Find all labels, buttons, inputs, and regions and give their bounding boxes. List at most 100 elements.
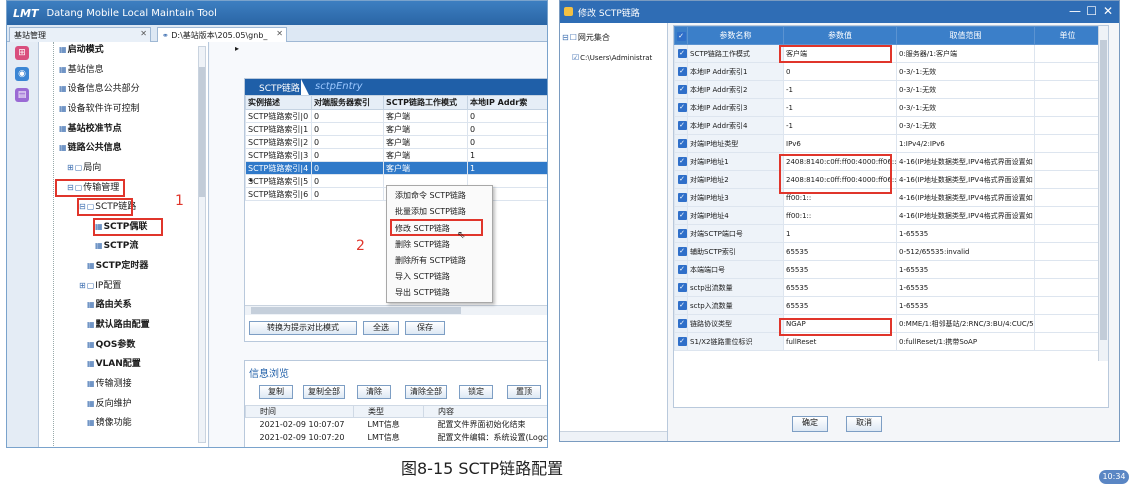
row-checkbox[interactable]: ✓ (674, 278, 688, 297)
select-all-button[interactable]: 全选 (363, 321, 399, 335)
column-header[interactable]: 参数名称 (687, 26, 784, 45)
copy-button[interactable]: 复制 (259, 385, 293, 399)
row-checkbox[interactable]: ✓ (674, 206, 688, 225)
row-checkbox[interactable]: ✓ (674, 188, 688, 207)
column-header[interactable]: 类型 (353, 405, 424, 418)
menu-item-batch-add[interactable]: 批量添加 SCTP链路 (395, 205, 466, 218)
close-icon[interactable]: ✕ (276, 29, 283, 38)
save-button[interactable]: 保存 (405, 321, 445, 335)
row-checkbox[interactable]: ✓ (674, 134, 688, 153)
column-header[interactable]: 参数值 (783, 26, 897, 45)
table-row[interactable]: 2021-02-09 10:07:07 LMT信息 配置文件界面初始化结束 (246, 418, 548, 431)
tree-item[interactable]: ▦VLAN配置 (87, 357, 141, 371)
tree-item[interactable]: ▦默认路由配置 (87, 318, 150, 332)
checkbox-checked-icon[interactable]: ☑ (572, 51, 579, 65)
column-header[interactable]: 实例描述 (245, 95, 312, 110)
checkbox-checked-icon[interactable]: ✓ (677, 49, 687, 58)
param-row[interactable]: ✓ 辅助SCTP索引 65535 0-512/65535:invalid (674, 242, 1101, 261)
param-value[interactable]: 65535 (783, 260, 897, 279)
tree-item-ip-config[interactable]: ⊞▢IP配置 (79, 279, 121, 293)
table-row[interactable]: SCTP链路索引|1 0 客户端 0 (245, 122, 547, 136)
row-checkbox[interactable]: ✓ (674, 332, 688, 351)
row-checkbox[interactable]: ✓ (674, 260, 688, 279)
compare-mode-button[interactable]: 转换为提示对比模式 (249, 321, 357, 335)
book-icon[interactable]: ▤ (15, 88, 29, 102)
param-value[interactable]: -1 (783, 80, 897, 99)
checkbox-checked-icon[interactable]: ✓ (677, 265, 687, 274)
param-value[interactable]: ff00:1:: (783, 206, 897, 225)
column-header[interactable]: 内容 (423, 405, 547, 418)
column-header[interactable]: SCTP链路工作模式 (383, 95, 468, 110)
checkbox-checked-icon[interactable]: ✓ (677, 175, 687, 184)
header-checkbox[interactable]: ✓ (674, 26, 688, 45)
row-checkbox[interactable]: ✓ (674, 116, 688, 135)
table-hscrollbar[interactable] (245, 305, 547, 315)
column-header[interactable]: 本地IP Addr索 (467, 95, 547, 110)
tree-item[interactable]: ▦SCTP定时器 (87, 259, 148, 273)
tree-item-bureau[interactable]: ⊞▢局向 (67, 161, 101, 175)
row-checkbox[interactable]: ✓ (674, 314, 688, 333)
grid-vscrollbar[interactable] (1098, 26, 1108, 361)
table-row[interactable]: SCTP链路索引|2 0 客户端 0 (245, 135, 547, 149)
row-checkbox[interactable]: ✓ (674, 296, 688, 315)
param-value[interactable]: 0 (783, 62, 897, 81)
param-value[interactable]: 65535 (783, 242, 897, 261)
collapse-icon[interactable]: ⊟ (562, 31, 569, 45)
monitor-icon[interactable]: ◉ (15, 67, 29, 81)
row-checkbox[interactable]: ✓ (674, 80, 688, 99)
tree-item[interactable]: ▦基站信息 (59, 63, 104, 77)
column-header[interactable]: 时间 (245, 405, 354, 418)
checkbox-checked-icon[interactable]: ✓ (677, 85, 687, 94)
vscroll-thumb[interactable] (1100, 40, 1107, 340)
expand-icon[interactable]: ⊞ (67, 161, 74, 175)
param-row[interactable]: ✓ 对端SCTP端口号 1 1-65535 (674, 224, 1101, 243)
tree-item[interactable]: ▦传输测接 (87, 377, 132, 391)
checkbox-checked-icon[interactable]: ✓ (677, 157, 687, 166)
param-value[interactable]: -1 (783, 98, 897, 117)
param-row[interactable]: ✓ 本端端口号 65535 1-65535 (674, 260, 1101, 279)
tree-item[interactable]: ▦链路公共信息 (59, 141, 122, 155)
row-checkbox[interactable]: ✓ (674, 152, 688, 171)
checkbox-checked-icon[interactable]: ✓ (677, 301, 687, 310)
table-row-selected[interactable]: SCTP链路索引|4 0 客户端 1 (245, 161, 547, 175)
cancel-button[interactable]: 取消 (846, 416, 882, 432)
checkbox-checked-icon[interactable]: ✓ (677, 193, 687, 202)
tree-item[interactable]: ▦启动模式 (59, 43, 104, 57)
tab-base-station[interactable]: 基站管理 ✕ (9, 27, 151, 42)
close-icon[interactable]: ✕ (140, 29, 147, 38)
param-row[interactable]: ✓ sctp出流数量 65535 1-65535 (674, 278, 1101, 297)
row-checkbox[interactable]: ✓ (674, 242, 688, 261)
expand-icon[interactable]: ⊞ (79, 279, 86, 293)
checkbox-checked-icon[interactable]: ✓ (677, 121, 687, 130)
tree-scrollbar[interactable] (198, 46, 206, 443)
menu-item-delete-all[interactable]: 删除所有 SCTP链路 (395, 254, 466, 267)
close-icon[interactable]: ✕ (1103, 4, 1113, 18)
menu-item-add[interactable]: 添加命令 SCTP链路 (395, 189, 466, 202)
checkbox-checked-icon[interactable]: ✓ (677, 283, 687, 292)
tree-root[interactable]: ⊟☐网元集合 (562, 31, 610, 45)
param-row[interactable]: ✓ 对端IP地址4 ff00:1:: 4-16(IP地址数据类型,IPV4格式界面设置… (674, 206, 1101, 225)
tree-item[interactable]: ▦QOS参数 (87, 338, 135, 352)
row-checkbox[interactable]: ✓ (674, 62, 688, 81)
menu-item-export[interactable]: 导出 SCTP链路 (395, 286, 450, 299)
param-value[interactable]: 65535 (783, 296, 897, 315)
menu-item-import[interactable]: 导入 SCTP链路 (395, 270, 450, 283)
param-row[interactable]: ✓ 对端IP地址类型 IPv6 1:IPv4/2:IPv6 (674, 134, 1101, 153)
clear-all-button[interactable]: 清除全部 (405, 385, 447, 399)
table-row[interactable]: SCTP链路索引|3 0 客户端 1 (245, 148, 547, 162)
tree-item[interactable]: ▦设备软件许可控制 (59, 102, 140, 116)
row-checkbox[interactable]: ✓ (674, 98, 688, 117)
maximize-icon[interactable]: ☐ (1086, 4, 1097, 18)
menu-item-delete[interactable]: 删除 SCTP链路 (395, 238, 450, 251)
tree-scroll-thumb[interactable] (199, 67, 205, 197)
row-checkbox[interactable]: ✓ (674, 44, 688, 63)
tree-item[interactable]: ▦反向维护 (87, 397, 132, 411)
table-row[interactable]: 2021-02-09 10:07:20 LMT信息 配置文件编辑：系统设置(Logc… (246, 431, 548, 444)
collapse-arrow-icon[interactable]: ▸ (235, 44, 239, 53)
checkbox-icon[interactable]: ☐ (570, 31, 577, 45)
tree-item[interactable]: ▦SCTP流 (95, 239, 138, 253)
lock-button[interactable]: 锁定 (459, 385, 493, 399)
column-header[interactable]: 单位 (1034, 26, 1101, 45)
tree-item[interactable]: ▦基站校准节点 (59, 122, 122, 136)
table-row[interactable]: SCTP链路索引|0 0 客户端 0 (245, 109, 547, 123)
